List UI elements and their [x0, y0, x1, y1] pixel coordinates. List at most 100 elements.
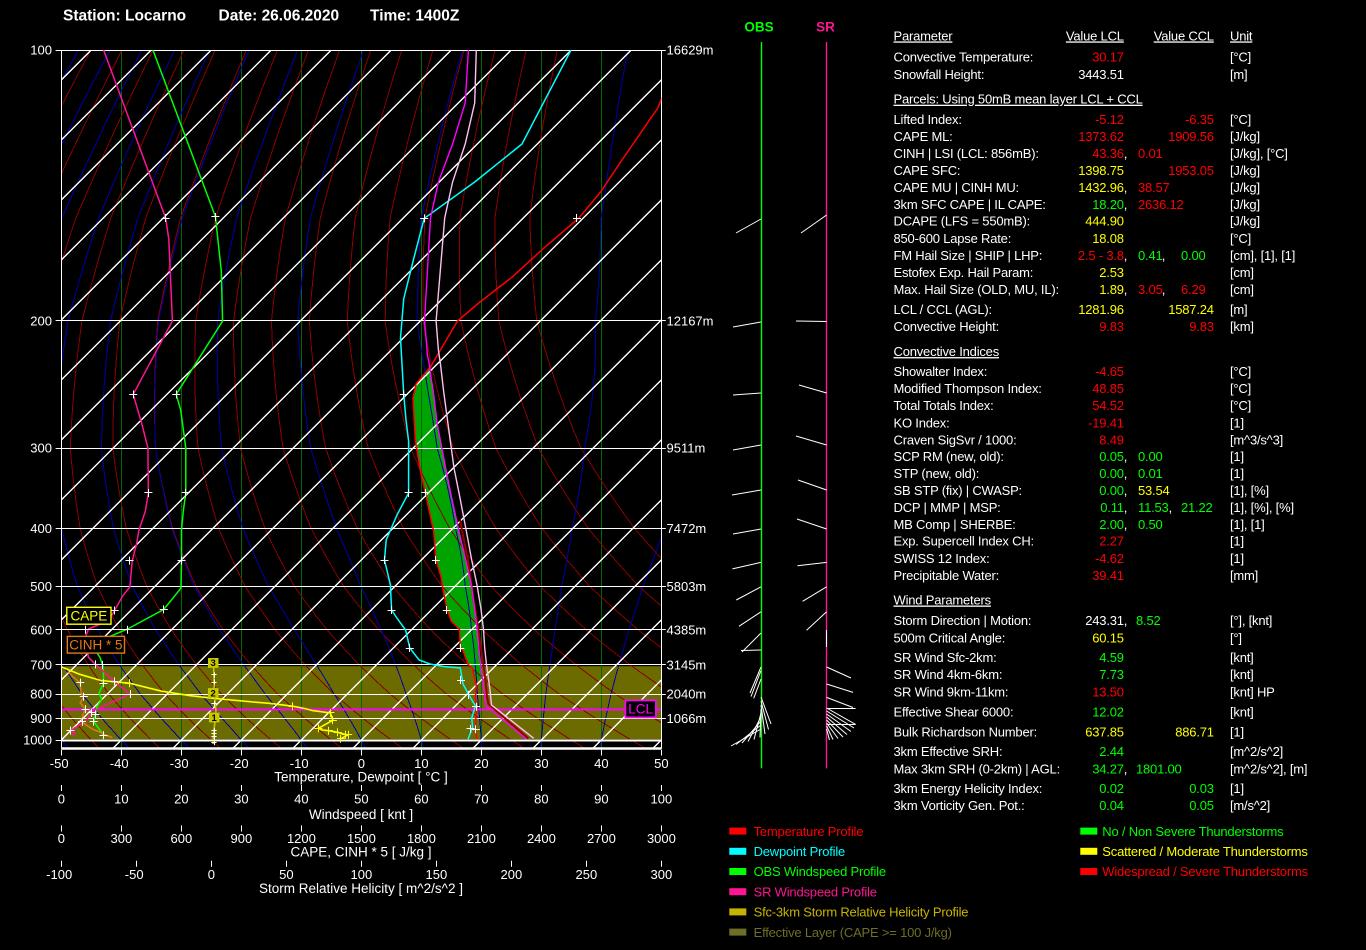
svg-text:-100: -100 — [46, 867, 72, 882]
svg-text:39.41: 39.41 — [1092, 568, 1124, 583]
svg-text:,: , — [1124, 180, 1127, 195]
svg-text:[°C]: [°C] — [1230, 231, 1251, 246]
svg-text:300: 300 — [651, 867, 673, 882]
svg-text:,: , — [1124, 500, 1127, 515]
svg-text:-50: -50 — [50, 756, 69, 771]
svg-text:[°], [knt]: [°], [knt] — [1230, 613, 1272, 628]
svg-text:0.50: 0.50 — [1138, 517, 1163, 532]
svg-text:Temperature, Dewpoint [ °C ]: Temperature, Dewpoint [ °C ] — [274, 770, 447, 785]
svg-text:53.54: 53.54 — [1138, 483, 1170, 498]
svg-text:OBS Windspeed Profile: OBS Windspeed Profile — [754, 864, 886, 879]
svg-text:500: 500 — [30, 579, 52, 594]
svg-text:Windspeed [ knt ]: Windspeed [ knt ] — [309, 807, 413, 822]
svg-text:10: 10 — [114, 791, 128, 806]
svg-text:0.00: 0.00 — [1138, 449, 1163, 464]
svg-text:7.73: 7.73 — [1099, 667, 1124, 682]
svg-text:21.22: 21.22 — [1181, 500, 1213, 515]
svg-text:43.36: 43.36 — [1092, 146, 1124, 161]
svg-text:Wind Parameters: Wind Parameters — [894, 593, 992, 608]
svg-text:30: 30 — [234, 791, 248, 806]
svg-text:Parcels: Using 50mB mean layer: Parcels: Using 50mB mean layer LCL + CCL — [894, 92, 1143, 107]
svg-text:1.89: 1.89 — [1099, 282, 1124, 297]
svg-text:SR Wind 9km-11km:: SR Wind 9km-11km: — [894, 684, 1009, 699]
svg-text:54.52: 54.52 — [1092, 398, 1124, 413]
svg-text:50: 50 — [354, 791, 368, 806]
svg-text:[1]: [1] — [1230, 551, 1244, 566]
svg-text:SR: SR — [816, 20, 835, 35]
svg-text:[1]: [1] — [1230, 724, 1244, 739]
svg-text:90: 90 — [594, 791, 608, 806]
svg-text:CAPE, CINH * 5 [ J/kg ]: CAPE, CINH * 5 [ J/kg ] — [290, 845, 431, 860]
svg-text:Sfc-3km Storm Relative Helicit: Sfc-3km Storm Relative Helicity Profile — [754, 905, 969, 920]
svg-text:Lifted Index:: Lifted Index: — [894, 112, 962, 127]
svg-text:300: 300 — [111, 831, 133, 846]
svg-text:[1]: [1] — [1230, 534, 1244, 549]
svg-text:0: 0 — [58, 831, 65, 846]
svg-text:CAPE: CAPE — [71, 609, 108, 624]
svg-text:Convective Indices: Convective Indices — [894, 344, 1000, 359]
svg-text:FM Hail Size | SHIP | LHP:: FM Hail Size | SHIP | LHP: — [894, 248, 1043, 263]
svg-text:100: 100 — [651, 791, 673, 806]
svg-text:0: 0 — [58, 791, 65, 806]
svg-text:[m^2/s^2]: [m^2/s^2] — [1230, 744, 1283, 759]
svg-text:9.83: 9.83 — [1099, 319, 1124, 334]
svg-text:1373.62: 1373.62 — [1078, 129, 1124, 144]
svg-text:-4.65: -4.65 — [1095, 364, 1124, 379]
svg-text:-20: -20 — [230, 756, 249, 771]
svg-text:1909.56: 1909.56 — [1168, 129, 1214, 144]
svg-text:[cm], [1], [1]: [cm], [1], [1] — [1230, 248, 1295, 263]
svg-text:OBS: OBS — [744, 20, 773, 35]
svg-text:[°C]: [°C] — [1230, 50, 1251, 65]
svg-text:CAPE MU | CINH MU:: CAPE MU | CINH MU: — [894, 180, 1019, 195]
svg-text:3km Energy Helicity Index:: 3km Energy Helicity Index: — [894, 781, 1043, 796]
svg-text:Widespread / Severe Thundersto: Widespread / Severe Thunderstorms — [1102, 864, 1308, 879]
svg-text:5803m: 5803m — [667, 579, 707, 594]
svg-text:1801.00: 1801.00 — [1136, 761, 1182, 776]
svg-text:KO Index:: KO Index: — [894, 415, 950, 430]
svg-text:2.44: 2.44 — [1099, 744, 1124, 759]
svg-text:[°C]: [°C] — [1230, 398, 1251, 413]
svg-text:[1], [%]: [1], [%] — [1230, 483, 1269, 498]
svg-text:Exp. Supercell Index CH:: Exp. Supercell Index CH: — [894, 534, 1034, 549]
svg-text:Estofex Exp. Hail Param:: Estofex Exp. Hail Param: — [894, 265, 1034, 280]
svg-text:2100: 2100 — [467, 831, 496, 846]
svg-text:-6.35: -6.35 — [1185, 112, 1214, 127]
svg-text:Date: 26.06.2020: Date: 26.06.2020 — [219, 8, 340, 25]
svg-text:[1]: [1] — [1230, 466, 1244, 481]
svg-text:[1]: [1] — [1230, 415, 1244, 430]
svg-text:,: , — [1162, 282, 1165, 297]
svg-text:LCL: LCL — [628, 702, 653, 717]
svg-text:444.90: 444.90 — [1085, 214, 1124, 229]
svg-text:243.31: 243.31 — [1085, 613, 1124, 628]
svg-text:600: 600 — [171, 831, 193, 846]
svg-text:900: 900 — [30, 711, 52, 726]
svg-text:,: , — [1124, 483, 1127, 498]
svg-text:Snowfall Height:: Snowfall Height: — [894, 67, 985, 82]
svg-text:0.41: 0.41 — [1138, 248, 1163, 263]
svg-text:3000: 3000 — [647, 831, 676, 846]
svg-text:8.49: 8.49 — [1099, 432, 1124, 447]
svg-text:70: 70 — [474, 791, 488, 806]
svg-text:,: , — [1169, 500, 1172, 515]
svg-text:40: 40 — [294, 791, 308, 806]
svg-text:SR Wind Sfc-2km:: SR Wind Sfc-2km: — [894, 650, 997, 665]
svg-text:0.00: 0.00 — [1099, 466, 1124, 481]
svg-text:Value LCL: Value LCL — [1066, 28, 1124, 43]
svg-text:Convective Height:: Convective Height: — [894, 319, 1000, 334]
svg-text:0.04: 0.04 — [1099, 798, 1124, 813]
svg-text:Max 3km SRH (0-2km) | AGL:: Max 3km SRH (0-2km) | AGL: — [894, 761, 1061, 776]
svg-text:0.05: 0.05 — [1099, 449, 1124, 464]
svg-text:SWISS 12 Index:: SWISS 12 Index: — [894, 551, 990, 566]
svg-text:Dewpoint Profile: Dewpoint Profile — [754, 844, 845, 859]
svg-text:Showalter Index:: Showalter Index: — [894, 364, 988, 379]
svg-text:4385m: 4385m — [667, 622, 707, 637]
svg-text:[km]: [km] — [1230, 319, 1254, 334]
svg-text:100: 100 — [351, 867, 373, 882]
svg-text:800: 800 — [30, 687, 52, 702]
svg-text:,: , — [1124, 466, 1127, 481]
svg-text:[J/kg]: [J/kg] — [1230, 163, 1260, 178]
svg-text:[mm]: [mm] — [1230, 568, 1258, 583]
svg-text:Modified Thompson Index:: Modified Thompson Index: — [894, 381, 1042, 396]
svg-text:12167m: 12167m — [667, 314, 714, 329]
svg-text:0.00: 0.00 — [1099, 483, 1124, 498]
